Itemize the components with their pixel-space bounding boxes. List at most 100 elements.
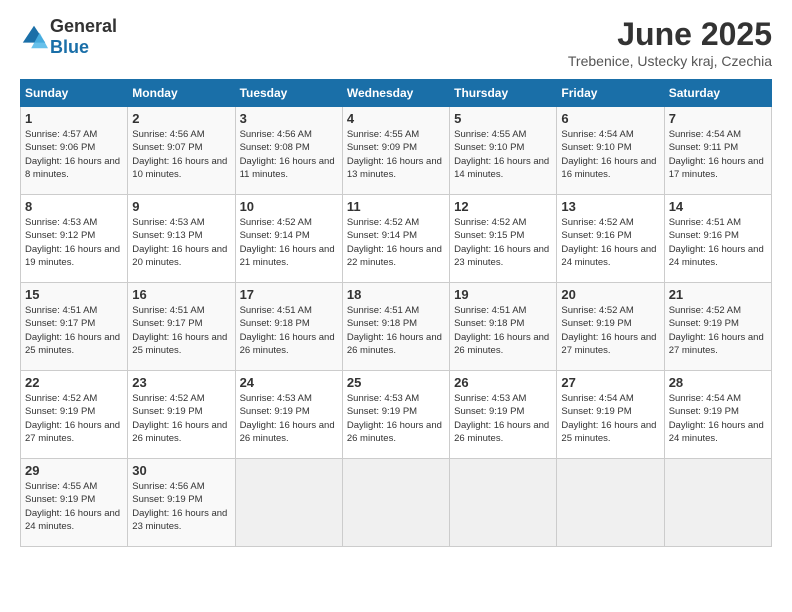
calendar-day-cell	[557, 459, 664, 547]
calendar-day-cell: 27 Sunrise: 4:54 AMSunset: 9:19 PMDaylig…	[557, 371, 664, 459]
calendar-day-cell: 20 Sunrise: 4:52 AMSunset: 9:19 PMDaylig…	[557, 283, 664, 371]
location-subtitle: Trebenice, Ustecky kraj, Czechia	[568, 53, 772, 69]
calendar-day-cell: 11 Sunrise: 4:52 AMSunset: 9:14 PMDaylig…	[342, 195, 449, 283]
day-info: Sunrise: 4:56 AMSunset: 9:07 PMDaylight:…	[132, 129, 227, 180]
day-info: Sunrise: 4:52 AMSunset: 9:19 PMDaylight:…	[561, 305, 656, 356]
title-section: June 2025 Trebenice, Ustecky kraj, Czech…	[568, 16, 772, 69]
calendar-day-cell: 18 Sunrise: 4:51 AMSunset: 9:18 PMDaylig…	[342, 283, 449, 371]
calendar-day-cell: 5 Sunrise: 4:55 AMSunset: 9:10 PMDayligh…	[450, 107, 557, 195]
logo-general: General	[50, 16, 117, 36]
day-info: Sunrise: 4:51 AMSunset: 9:17 PMDaylight:…	[132, 305, 227, 356]
day-number: 2	[132, 111, 230, 126]
calendar-day-cell: 21 Sunrise: 4:52 AMSunset: 9:19 PMDaylig…	[664, 283, 771, 371]
calendar-day-cell: 26 Sunrise: 4:53 AMSunset: 9:19 PMDaylig…	[450, 371, 557, 459]
day-info: Sunrise: 4:52 AMSunset: 9:19 PMDaylight:…	[132, 393, 227, 444]
calendar-week-row: 22 Sunrise: 4:52 AMSunset: 9:19 PMDaylig…	[21, 371, 772, 459]
day-number: 23	[132, 375, 230, 390]
day-of-week-header: Wednesday	[342, 80, 449, 107]
day-of-week-header: Sunday	[21, 80, 128, 107]
day-info: Sunrise: 4:52 AMSunset: 9:19 PMDaylight:…	[25, 393, 120, 444]
day-number: 13	[561, 199, 659, 214]
calendar-day-cell: 15 Sunrise: 4:51 AMSunset: 9:17 PMDaylig…	[21, 283, 128, 371]
day-of-week-header: Friday	[557, 80, 664, 107]
day-info: Sunrise: 4:51 AMSunset: 9:18 PMDaylight:…	[240, 305, 335, 356]
calendar-day-cell: 10 Sunrise: 4:52 AMSunset: 9:14 PMDaylig…	[235, 195, 342, 283]
day-info: Sunrise: 4:52 AMSunset: 9:14 PMDaylight:…	[347, 217, 442, 268]
day-number: 18	[347, 287, 445, 302]
calendar-day-cell: 29 Sunrise: 4:55 AMSunset: 9:19 PMDaylig…	[21, 459, 128, 547]
day-info: Sunrise: 4:56 AMSunset: 9:19 PMDaylight:…	[132, 481, 227, 532]
day-number: 17	[240, 287, 338, 302]
calendar-day-cell: 2 Sunrise: 4:56 AMSunset: 9:07 PMDayligh…	[128, 107, 235, 195]
day-info: Sunrise: 4:55 AMSunset: 9:09 PMDaylight:…	[347, 129, 442, 180]
day-info: Sunrise: 4:52 AMSunset: 9:15 PMDaylight:…	[454, 217, 549, 268]
day-number: 11	[347, 199, 445, 214]
day-number: 3	[240, 111, 338, 126]
calendar-day-cell	[664, 459, 771, 547]
day-info: Sunrise: 4:54 AMSunset: 9:19 PMDaylight:…	[669, 393, 764, 444]
calendar-week-row: 29 Sunrise: 4:55 AMSunset: 9:19 PMDaylig…	[21, 459, 772, 547]
logo: General Blue	[20, 16, 117, 58]
day-info: Sunrise: 4:54 AMSunset: 9:11 PMDaylight:…	[669, 129, 764, 180]
calendar-day-cell: 25 Sunrise: 4:53 AMSunset: 9:19 PMDaylig…	[342, 371, 449, 459]
calendar-week-row: 8 Sunrise: 4:53 AMSunset: 9:12 PMDayligh…	[21, 195, 772, 283]
calendar-day-cell: 6 Sunrise: 4:54 AMSunset: 9:10 PMDayligh…	[557, 107, 664, 195]
day-of-week-header: Thursday	[450, 80, 557, 107]
day-info: Sunrise: 4:57 AMSunset: 9:06 PMDaylight:…	[25, 129, 120, 180]
page-container: General Blue June 2025 Trebenice, Usteck…	[0, 0, 792, 557]
day-number: 5	[454, 111, 552, 126]
day-of-week-header: Monday	[128, 80, 235, 107]
day-info: Sunrise: 4:54 AMSunset: 9:10 PMDaylight:…	[561, 129, 656, 180]
day-number: 1	[25, 111, 123, 126]
day-number: 8	[25, 199, 123, 214]
calendar-week-row: 1 Sunrise: 4:57 AMSunset: 9:06 PMDayligh…	[21, 107, 772, 195]
day-info: Sunrise: 4:51 AMSunset: 9:18 PMDaylight:…	[454, 305, 549, 356]
calendar-day-cell	[342, 459, 449, 547]
day-number: 20	[561, 287, 659, 302]
day-number: 22	[25, 375, 123, 390]
day-info: Sunrise: 4:51 AMSunset: 9:16 PMDaylight:…	[669, 217, 764, 268]
day-number: 4	[347, 111, 445, 126]
day-info: Sunrise: 4:55 AMSunset: 9:10 PMDaylight:…	[454, 129, 549, 180]
day-number: 30	[132, 463, 230, 478]
calendar-day-cell: 17 Sunrise: 4:51 AMSunset: 9:18 PMDaylig…	[235, 283, 342, 371]
day-number: 12	[454, 199, 552, 214]
day-info: Sunrise: 4:53 AMSunset: 9:19 PMDaylight:…	[454, 393, 549, 444]
calendar-day-cell: 16 Sunrise: 4:51 AMSunset: 9:17 PMDaylig…	[128, 283, 235, 371]
day-info: Sunrise: 4:52 AMSunset: 9:19 PMDaylight:…	[669, 305, 764, 356]
day-info: Sunrise: 4:53 AMSunset: 9:13 PMDaylight:…	[132, 217, 227, 268]
calendar-day-cell: 24 Sunrise: 4:53 AMSunset: 9:19 PMDaylig…	[235, 371, 342, 459]
calendar-day-cell: 4 Sunrise: 4:55 AMSunset: 9:09 PMDayligh…	[342, 107, 449, 195]
day-number: 25	[347, 375, 445, 390]
calendar-day-cell: 3 Sunrise: 4:56 AMSunset: 9:08 PMDayligh…	[235, 107, 342, 195]
day-number: 7	[669, 111, 767, 126]
calendar-day-cell: 13 Sunrise: 4:52 AMSunset: 9:16 PMDaylig…	[557, 195, 664, 283]
day-number: 21	[669, 287, 767, 302]
day-number: 14	[669, 199, 767, 214]
calendar-day-cell	[235, 459, 342, 547]
day-info: Sunrise: 4:56 AMSunset: 9:08 PMDaylight:…	[240, 129, 335, 180]
day-info: Sunrise: 4:53 AMSunset: 9:19 PMDaylight:…	[347, 393, 442, 444]
logo-text: General Blue	[50, 16, 117, 58]
day-of-week-header: Saturday	[664, 80, 771, 107]
day-number: 26	[454, 375, 552, 390]
days-of-week-row: SundayMondayTuesdayWednesdayThursdayFrid…	[21, 80, 772, 107]
day-number: 15	[25, 287, 123, 302]
day-number: 29	[25, 463, 123, 478]
day-number: 9	[132, 199, 230, 214]
calendar-day-cell	[450, 459, 557, 547]
day-info: Sunrise: 4:51 AMSunset: 9:17 PMDaylight:…	[25, 305, 120, 356]
calendar-day-cell: 19 Sunrise: 4:51 AMSunset: 9:18 PMDaylig…	[450, 283, 557, 371]
day-info: Sunrise: 4:55 AMSunset: 9:19 PMDaylight:…	[25, 481, 120, 532]
day-number: 27	[561, 375, 659, 390]
day-of-week-header: Tuesday	[235, 80, 342, 107]
day-info: Sunrise: 4:52 AMSunset: 9:14 PMDaylight:…	[240, 217, 335, 268]
calendar-day-cell: 28 Sunrise: 4:54 AMSunset: 9:19 PMDaylig…	[664, 371, 771, 459]
day-number: 10	[240, 199, 338, 214]
calendar-week-row: 15 Sunrise: 4:51 AMSunset: 9:17 PMDaylig…	[21, 283, 772, 371]
calendar-header: SundayMondayTuesdayWednesdayThursdayFrid…	[21, 80, 772, 107]
day-number: 28	[669, 375, 767, 390]
calendar-body: 1 Sunrise: 4:57 AMSunset: 9:06 PMDayligh…	[21, 107, 772, 547]
day-info: Sunrise: 4:53 AMSunset: 9:19 PMDaylight:…	[240, 393, 335, 444]
calendar-day-cell: 7 Sunrise: 4:54 AMSunset: 9:11 PMDayligh…	[664, 107, 771, 195]
